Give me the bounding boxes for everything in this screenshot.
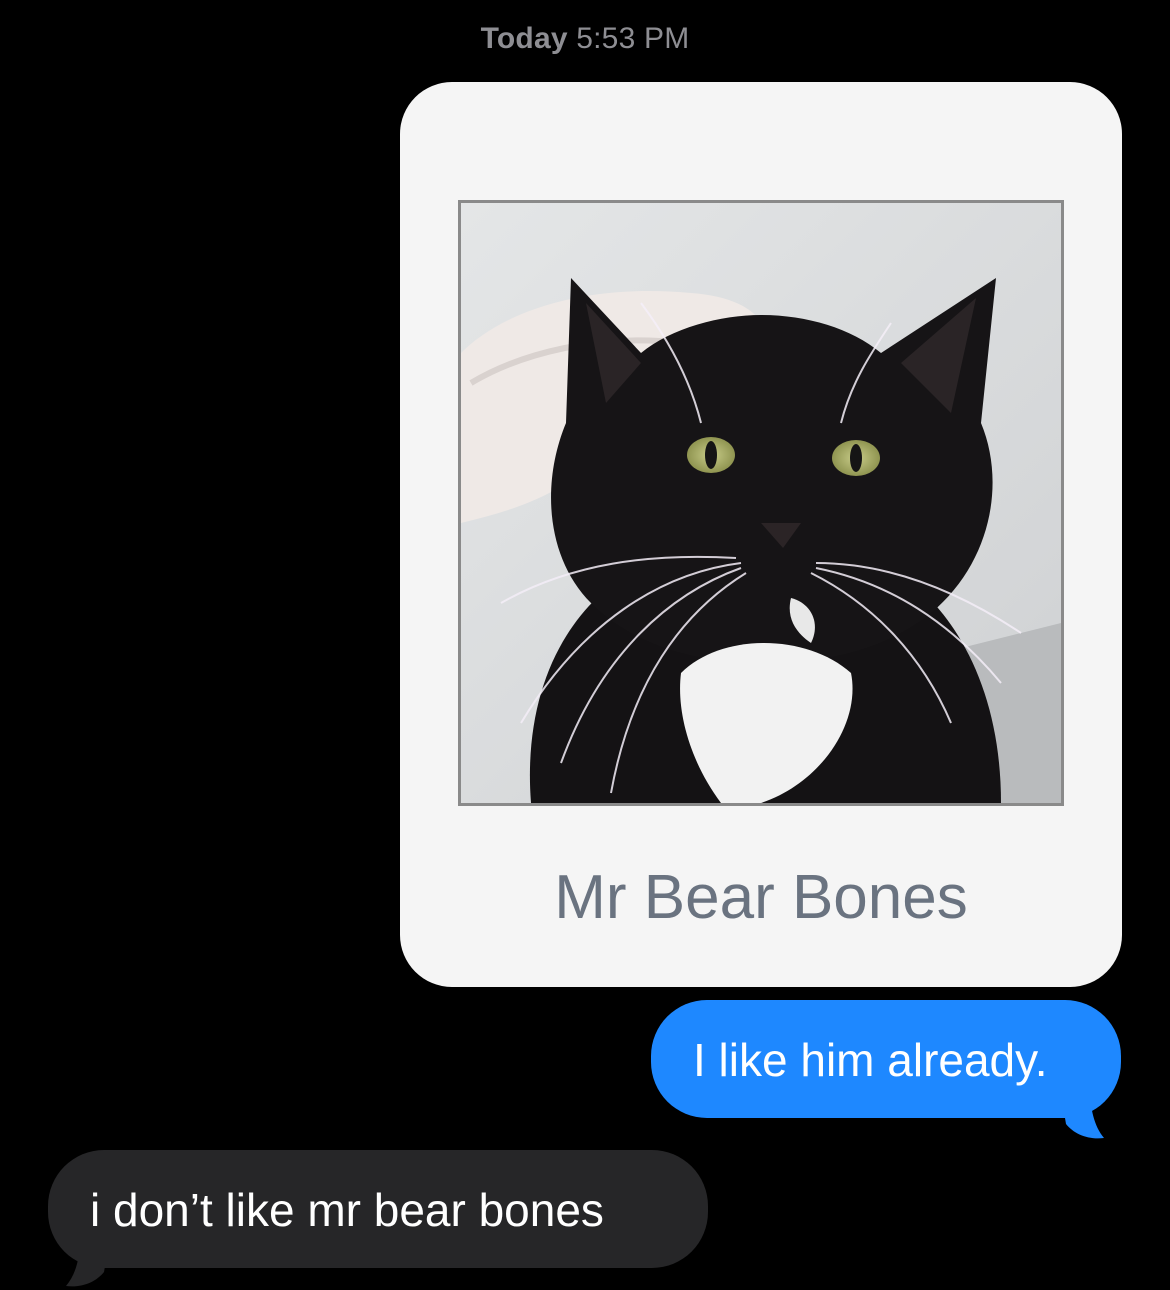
message-timestamp: Today 5:53 PM [0, 22, 1170, 56]
incoming-message-text: i don’t like mr bear bones [90, 1184, 604, 1236]
incoming-bubble-tail [66, 1238, 110, 1287]
cat-photo-image [461, 203, 1061, 803]
cat-photo[interactable] [458, 200, 1064, 806]
timestamp-day: Today [480, 22, 568, 55]
incoming-message-bubble[interactable]: i don’t like mr bear bones [48, 1150, 708, 1268]
messages-thread: Today 5:53 PM Mr Bear Bones I like him a… [0, 0, 1170, 1290]
outgoing-message-bubble[interactable]: I like him already. [651, 1000, 1121, 1118]
outgoing-bubble-tail [1060, 1088, 1104, 1139]
link-preview-card[interactable]: Mr Bear Bones [400, 82, 1122, 987]
timestamp-time: 5:53 PM [576, 22, 690, 55]
card-caption: Mr Bear Bones [554, 863, 968, 932]
outgoing-message-text: I like him already. [693, 1034, 1048, 1086]
